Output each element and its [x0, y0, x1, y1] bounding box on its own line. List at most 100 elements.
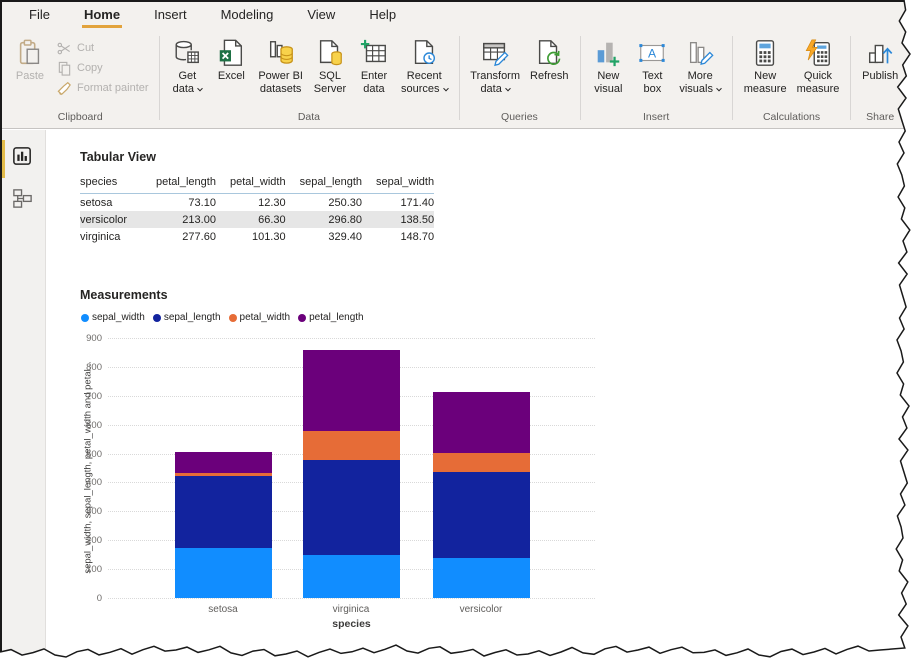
sidebar-model-view[interactable] [0, 180, 45, 222]
ribbon-group-label: Share [851, 109, 909, 128]
bar-segment-petal-length-virginica[interactable] [303, 350, 400, 430]
sidebar-report-view[interactable] [0, 138, 45, 180]
transform-data-icon [478, 36, 512, 70]
ribbon-group-insert: NewvisualATextboxMorevisualsInsert [580, 30, 732, 128]
x-tick-label: versicolor [421, 604, 541, 615]
bar-segment-petal-width-virginica[interactable] [303, 431, 400, 460]
legend-label: petal_length [309, 312, 364, 323]
bar-segment-petal-length-setosa[interactable] [175, 452, 272, 473]
column-header-sepal-width[interactable]: sepal_width [362, 174, 434, 194]
legend-label: sepal_width [92, 312, 145, 323]
ribbon-group-calculations: NewmeasureQuickmeasureCalculations [733, 30, 851, 128]
publish-button[interactable]: Publish [857, 35, 903, 84]
menu-tab-view[interactable]: View [290, 2, 352, 28]
table-row: virginica277.60101.30329.40148.70 [80, 228, 434, 245]
view-sidebar [0, 130, 46, 671]
table-row: versicolor213.0066.30296.80138.50 [80, 211, 434, 228]
report-canvas: Tabular View speciespetal_lengthpetal_wi… [47, 130, 922, 671]
enter-data-button[interactable]: Enterdata [352, 35, 396, 97]
bar-segment-sepal-length-virginica[interactable] [303, 460, 400, 555]
recent-sources-icon [407, 36, 441, 70]
scissors-icon [56, 40, 72, 56]
new-measure-button[interactable]: Newmeasure [739, 35, 792, 97]
enter-data-icon [357, 36, 391, 70]
excel-icon [214, 36, 248, 70]
y-axis-title: sepal_width, sepal_length, petal_width a… [83, 338, 94, 598]
quick-measure-icon [801, 36, 835, 70]
menu-tab-modeling[interactable]: Modeling [204, 2, 291, 28]
menubar: FileHomeInsertModelingViewHelp [0, 0, 910, 30]
chart-legend: sepal_width sepal_length petal_width petal_… [81, 312, 364, 323]
bar-segment-sepal-length-setosa[interactable] [175, 476, 272, 548]
model-view-icon [11, 187, 34, 215]
menu-tab-insert[interactable]: Insert [137, 2, 204, 28]
table-row: setosa73.1012.30250.30171.40 [80, 194, 434, 212]
y-tick-label: 300 [71, 506, 102, 517]
y-tick-label: 0 [71, 593, 102, 604]
legend-item-petal-length[interactable]: petal_length [298, 312, 364, 323]
legend-item-petal-width[interactable]: petal_width [229, 312, 291, 323]
ribbon-group-clipboard: PasteCutCopyFormat painterClipboard [2, 30, 159, 128]
menu-tab-file[interactable]: File [12, 2, 67, 28]
sql-server-button[interactable]: SQLServer [308, 35, 352, 97]
y-tick-label: 200 [71, 535, 102, 546]
table-cell: 148.70 [362, 228, 434, 245]
table-cell: 171.40 [362, 194, 434, 212]
text-box-button[interactable]: ATextbox [630, 35, 674, 97]
bar-segment-petal-width-setosa[interactable] [175, 473, 272, 477]
column-header-species[interactable]: species [80, 174, 142, 194]
table-cell: 66.30 [216, 211, 286, 228]
column-header-petal-length[interactable]: petal_length [142, 174, 216, 194]
bar-segment-sepal-length-versicolor[interactable] [433, 472, 530, 558]
table-visual[interactable]: Tabular View speciespetal_lengthpetal_wi… [80, 150, 434, 245]
menu-tab-help[interactable]: Help [352, 2, 413, 28]
legend-item-sepal-width[interactable]: sepal_width [81, 312, 145, 323]
copy-icon [56, 60, 72, 76]
chevron-down-icon [716, 86, 722, 92]
chart-visual[interactable]: Measurements sepal_width sepal_length peta… [80, 288, 640, 648]
legend-label: petal_width [240, 312, 291, 323]
bar-segment-petal-length-versicolor[interactable] [433, 392, 530, 454]
y-tick-label: 600 [71, 420, 102, 431]
table-cell: 329.40 [286, 228, 362, 245]
plot-area: 0100200300400500600700800900setosavirgin… [108, 338, 595, 598]
legend-item-sepal-length[interactable]: sepal_length [153, 312, 221, 323]
get-data-button[interactable]: Getdata [165, 35, 209, 97]
chart-title: Measurements [80, 288, 640, 302]
chevron-down-icon [197, 86, 203, 92]
more-visuals-icon [683, 36, 717, 70]
publish-icon [863, 36, 897, 70]
quick-measure-button[interactable]: Quickmeasure [792, 35, 845, 97]
menu-tab-home[interactable]: Home [67, 2, 137, 28]
transform-data-button[interactable]: Transformdata [465, 35, 525, 97]
cut-button: Cut [52, 38, 153, 58]
power-bi-datasets-button[interactable]: Power BIdatasets [253, 35, 308, 97]
text-box-icon: A [635, 36, 669, 70]
chevron-down-icon [443, 86, 449, 92]
table-cell: setosa [80, 194, 142, 212]
chevron-down-icon [505, 86, 511, 92]
y-tick-label: 500 [71, 449, 102, 460]
ribbon-group-label: Data [159, 109, 458, 128]
bar-segment-petal-width-versicolor[interactable] [433, 453, 530, 472]
more-visuals-button[interactable]: Morevisuals [674, 35, 726, 97]
powerbi-window: FileHomeInsertModelingViewHelp PasteCutC… [0, 0, 922, 671]
bar-segment-sepal-width-virginica[interactable] [303, 555, 400, 598]
recent-sources-button[interactable]: Recentsources [396, 35, 453, 97]
new-visual-button[interactable]: Newvisual [586, 35, 630, 97]
table-cell: versicolor [80, 211, 142, 228]
report-view-icon [11, 145, 34, 173]
gridline [108, 338, 595, 339]
bar-segment-sepal-width-versicolor[interactable] [433, 558, 530, 598]
excel-button[interactable]: Excel [209, 35, 253, 84]
refresh-button[interactable]: Refresh [525, 35, 574, 84]
table-cell: 277.60 [142, 228, 216, 245]
column-header-sepal-length[interactable]: sepal_length [286, 174, 362, 194]
x-tick-label: setosa [163, 604, 283, 615]
bar-segment-sepal-width-setosa[interactable] [175, 548, 272, 598]
legend-dot-icon [298, 314, 306, 322]
powerbi-datasets-icon [264, 36, 298, 70]
ribbon: PasteCutCopyFormat painterClipboardGetda… [0, 30, 910, 129]
svg-text:A: A [648, 47, 657, 61]
column-header-petal-width[interactable]: petal_width [216, 174, 286, 194]
